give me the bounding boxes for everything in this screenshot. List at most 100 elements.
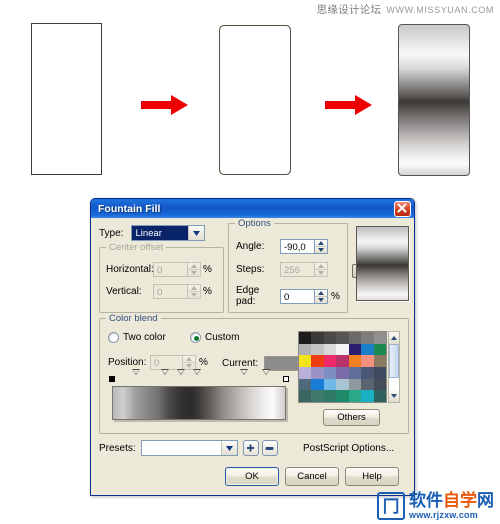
position-label: Position: [108, 357, 147, 368]
vertical-stepper[interactable] [188, 284, 201, 299]
chevron-down-icon[interactable] [188, 226, 205, 240]
edge-pad-input[interactable]: 0 [280, 288, 315, 304]
type-label: Type: [99, 227, 124, 239]
palette-swatch[interactable] [348, 390, 362, 402]
remove-preset-button[interactable] [261, 440, 278, 456]
palette-swatch[interactable] [336, 355, 349, 367]
palette-swatch[interactable] [323, 390, 337, 402]
palette-swatch[interactable] [336, 378, 349, 391]
palette-swatch[interactable] [373, 390, 386, 402]
top-watermark: 思缘设计论坛 WWW.MISSYUAN.COM [317, 2, 494, 17]
others-button[interactable]: Others [323, 409, 380, 426]
palette-swatch[interactable] [361, 390, 374, 402]
bottom-watermark-logo-icon: 冂 [377, 492, 405, 520]
angle-stepper[interactable] [315, 239, 328, 254]
cancel-button[interactable]: Cancel [285, 467, 339, 486]
custom-radio[interactable]: Custom [190, 332, 239, 343]
palette-scrollbar[interactable] [388, 331, 400, 403]
palette-swatch[interactable] [299, 367, 312, 379]
palette-swatch[interactable] [311, 378, 324, 391]
start-marker[interactable] [109, 376, 115, 382]
dialog-titlebar[interactable]: Fountain Fill [91, 199, 414, 218]
palette-swatch[interactable] [361, 355, 374, 367]
palette-swatch[interactable] [348, 343, 362, 356]
steps-input[interactable]: 256 [280, 262, 315, 277]
palette-swatch[interactable] [311, 332, 324, 344]
ok-button[interactable]: OK [225, 467, 279, 486]
palette-swatch[interactable] [311, 355, 324, 367]
angle-row: Angle: -90,0 [236, 239, 328, 254]
scroll-down-icon[interactable] [389, 390, 399, 402]
node-marker[interactable] [262, 369, 271, 386]
palette-swatch[interactable] [361, 332, 374, 344]
bottom-watermark-cn-1: 软件 [409, 491, 443, 510]
palette-swatch[interactable] [373, 355, 386, 367]
palette-swatch[interactable] [323, 343, 337, 356]
steps-stepper[interactable] [315, 262, 328, 277]
palette-swatch[interactable] [311, 343, 324, 356]
position-unit: % [199, 357, 208, 368]
palette-swatch[interactable] [336, 367, 349, 379]
chevron-down-icon[interactable] [220, 441, 237, 455]
palette-swatch[interactable] [361, 343, 374, 356]
close-icon[interactable] [394, 200, 411, 217]
palette-swatch[interactable] [348, 355, 362, 367]
palette-swatch[interactable] [323, 332, 337, 344]
palette-swatch[interactable] [299, 355, 312, 367]
node-marker[interactable] [161, 369, 170, 386]
bottom-watermark-cn: 软件自学网 [409, 492, 494, 509]
palette-scroll-track[interactable] [389, 344, 399, 390]
angle-input[interactable]: -90,0 [280, 239, 315, 254]
palette-swatch[interactable] [373, 367, 386, 379]
palette-swatch[interactable] [373, 343, 386, 356]
palette-swatch[interactable] [299, 343, 312, 356]
palette-swatch[interactable] [348, 378, 362, 391]
edge-pad-stepper[interactable] [315, 288, 328, 304]
palette-swatch[interactable] [361, 378, 374, 391]
horizontal-input[interactable]: 0 [153, 262, 188, 277]
node-marker[interactable] [131, 369, 140, 386]
two-color-radio[interactable]: Two color [108, 332, 166, 343]
presets-label: Presets: [99, 442, 136, 454]
node-marker[interactable] [239, 369, 248, 386]
presets-dropdown[interactable] [140, 440, 238, 456]
type-dropdown[interactable]: Linear [131, 225, 206, 241]
end-marker[interactable] [283, 376, 289, 382]
palette-swatch[interactable] [299, 378, 312, 391]
custom-gradient-strip[interactable] [112, 386, 286, 420]
presets-value [142, 441, 221, 455]
radio-dot-icon [190, 332, 201, 343]
position-input[interactable]: 0 [150, 355, 183, 370]
type-row: Type: Linear [99, 225, 206, 241]
position-stepper[interactable] [183, 355, 196, 370]
palette-scroll-thumb[interactable] [389, 344, 399, 378]
node-marker[interactable] [177, 369, 186, 386]
palette-swatch[interactable] [323, 355, 337, 367]
palette-swatch[interactable] [323, 367, 337, 379]
palette-swatch[interactable] [311, 367, 324, 379]
gradient-marker-track[interactable] [109, 369, 289, 386]
palette-swatch[interactable] [336, 390, 349, 402]
vertical-input[interactable]: 0 [153, 284, 188, 299]
postscript-options-button[interactable]: PostScript Options... [303, 443, 394, 454]
palette-swatch[interactable] [336, 332, 349, 344]
palette-swatch[interactable] [361, 367, 374, 379]
palette-swatch[interactable] [348, 367, 362, 379]
palette-swatch[interactable] [311, 390, 324, 402]
add-preset-button[interactable] [242, 440, 259, 456]
color-palette-grid[interactable] [298, 331, 387, 403]
node-marker[interactable] [192, 369, 201, 386]
scroll-up-icon[interactable] [389, 332, 399, 344]
vertical-row: Vertical: 0 % [106, 284, 212, 299]
palette-swatch[interactable] [299, 332, 312, 344]
palette-swatch[interactable] [373, 378, 386, 391]
help-button[interactable]: Help [345, 467, 399, 486]
palette-swatch[interactable] [336, 343, 349, 356]
palette-swatch[interactable] [323, 378, 337, 391]
current-label: Current: [222, 358, 259, 369]
palette-swatch[interactable] [348, 332, 362, 344]
horizontal-stepper[interactable] [188, 262, 201, 277]
steps-row: Steps: 256 [236, 262, 328, 277]
palette-swatch[interactable] [373, 332, 386, 344]
palette-swatch[interactable] [299, 390, 312, 402]
